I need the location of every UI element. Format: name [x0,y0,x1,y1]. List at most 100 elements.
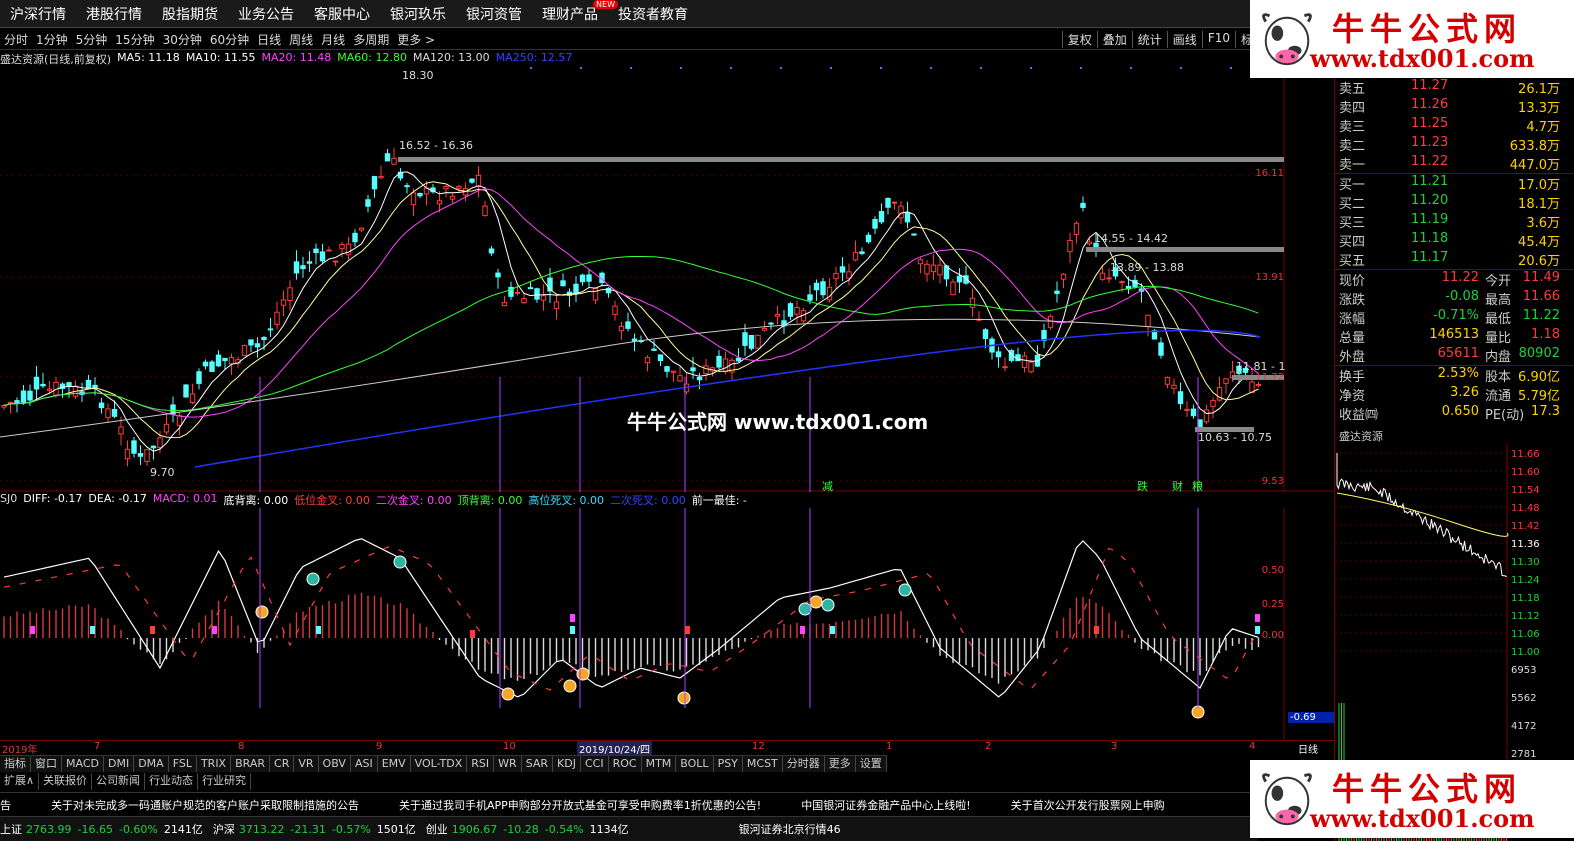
period-tab[interactable]: 分时 [0,31,32,48]
indicator-tab[interactable]: DMI [104,756,135,772]
mini-axis-label: 6953 [1511,665,1536,676]
signal-square [830,626,835,634]
candle-body [274,311,280,325]
toolbar-button[interactable]: 复权 [1061,30,1097,48]
top-menu-item[interactable]: 银河资管 [456,4,532,24]
period-tab[interactable]: 15分钟 [111,31,158,48]
candle-body [157,437,163,449]
news-item[interactable]: 中国银河证券金融产品中心上线啦! [801,797,970,813]
date-period: 日线 [1298,745,1318,756]
indicator-tab[interactable]: ASI [351,756,378,772]
indicator-tab[interactable]: 窗口 [31,756,62,772]
indicator-tab[interactable]: MACD [62,756,104,772]
date-year: 2019年 [2,745,38,756]
candle-body [690,367,696,372]
indicator-tab[interactable]: BOLL [676,756,714,772]
date-month: 3 [1111,741,1118,752]
candle-body [735,357,742,362]
signal-label: 粮 [1192,480,1203,493]
toolbar-button[interactable]: 画线 [1166,30,1202,48]
period-tab[interactable]: 月线 [317,31,349,48]
stat-value: 146513 [1429,327,1479,342]
stat-row: 净资 3.26 流通 5.79亿 [1335,385,1574,404]
marker-dot [530,67,532,69]
period-tab[interactable]: 1分钟 [32,31,72,48]
indicator-tab[interactable]: VR [294,756,319,772]
index-quote[interactable]: 上证 2763.99 -16.65 -0.60% 2141亿 [0,821,203,837]
top-menu-item[interactable]: 股指期货 [152,4,228,24]
ask-label: 卖五 [1339,82,1366,97]
indicator-tab[interactable]: OBV [319,756,351,772]
news-item[interactable]: 关于首次公开发行股票网上申购 [1011,797,1165,813]
top-menu-item[interactable]: 业务公告 [228,4,304,24]
index-quote[interactable]: 创业 1906.67 -10.28 -0.54% 1134亿 [426,821,629,837]
signal-square [570,626,575,634]
indicator-tab[interactable]: EMV [378,756,411,772]
indicator-tab[interactable]: 更多 [825,756,856,772]
candle-body [820,281,826,296]
index-quote[interactable]: 沪深 3713.22 -21.31 -0.57% 1501亿 [213,821,416,837]
bid-price: 11.20 [1411,193,1449,208]
period-tab[interactable]: 日线 [253,31,285,48]
toolbar-button[interactable]: F10 [1201,30,1235,48]
indicator-tab[interactable]: 指标 [0,756,31,772]
signal-label: 减 [822,480,833,493]
top-menu-item[interactable]: 投资者教育 [608,4,698,24]
period-tab[interactable]: 多周期 [349,31,393,48]
period-tab[interactable]: 30分钟 [159,31,206,48]
candle-body [1106,277,1112,280]
candle-body [33,376,40,390]
candle-body [891,201,898,204]
period-tab[interactable]: 60分钟 [206,31,253,48]
candle-body [644,357,651,364]
indicator-tab[interactable]: PSY [714,756,743,772]
indicator-tab[interactable]: ROC [609,756,642,772]
period-bar: 分时 1分钟 5分钟 15分钟 30分钟 60分钟 日线 周线 月线 多周期 更多 > 复权 叠加 统计… [0,29,1258,50]
cross-marker-icon [501,687,515,701]
top-menu-item[interactable]: 沪深行情 [0,4,76,24]
ask-price: 11.22 [1411,154,1449,169]
indicator-tab[interactable]: FSL [169,756,197,772]
indicator-tab[interactable]: CCI [581,756,609,772]
indicator-tab[interactable]: VOL-TDX [411,756,468,772]
top-menu-item[interactable]: 理财产品 NEW [532,0,618,24]
info-tab[interactable]: 公司新闻 [92,773,146,790]
info-tab[interactable]: 关联报价 [39,773,93,790]
watermark-bottom: 牛牛公式网 www.tdx001.com [1250,760,1574,838]
indicator-tab[interactable]: CR [270,756,295,772]
toolbar-button[interactable]: 叠加 [1096,30,1132,48]
indicator-tab[interactable]: SAR [522,756,554,772]
candle-body [7,401,14,404]
info-tab[interactable]: 行业动态 [145,773,199,790]
indicator-tab[interactable]: DMA [134,756,169,772]
info-tab[interactable]: 行业研究 [198,773,252,790]
indicator-tab[interactable]: MTM [642,756,677,772]
indicator-tab[interactable]: BRAR [231,756,271,772]
indicator-tab[interactable]: 设置 [856,756,887,772]
top-menu-item[interactable]: 客服中心 [304,4,380,24]
period-tab[interactable]: 周线 [285,31,317,48]
indicator-tab[interactable]: TRIX [197,756,232,772]
top-menu-item[interactable]: 港股行情 [76,4,152,24]
macd-chart[interactable] [0,508,1334,740]
top-menu-item[interactable]: 银河玖乐 [380,4,456,24]
news-item[interactable]: 关于通过我司手机APP申购部分开放式基金可享受申购费率1折优惠的公告! [399,797,761,813]
indicator-tab[interactable]: RSI [467,756,495,772]
indicator-tab[interactable]: 分时器 [783,756,825,772]
info-tab[interactable]: 扩展∧ [0,773,40,790]
stat-value: 65611 [1437,346,1479,361]
indicator-tab[interactable]: WR [494,756,522,772]
candle-body [287,287,293,302]
news-item[interactable]: 告 [0,797,11,813]
news-item[interactable]: 关于对未完成多一码通账户规范的客户账户采取限制措施的公告 [51,797,359,813]
period-tab[interactable]: 更多 > [393,31,439,48]
watermark-url: www.tdx001.com [1310,44,1535,73]
candle-body [469,178,475,183]
toolbar-button[interactable]: 统计 [1131,30,1167,48]
indicator-tab[interactable]: MCST [743,756,783,772]
cross-marker-icon [563,679,577,693]
period-tab[interactable]: 5分钟 [72,31,112,48]
indicator-tab[interactable]: KDJ [553,756,581,772]
candle-body [911,233,917,236]
stat-row: 涨幅 -0.71% 最低 11.22 [1335,308,1574,327]
